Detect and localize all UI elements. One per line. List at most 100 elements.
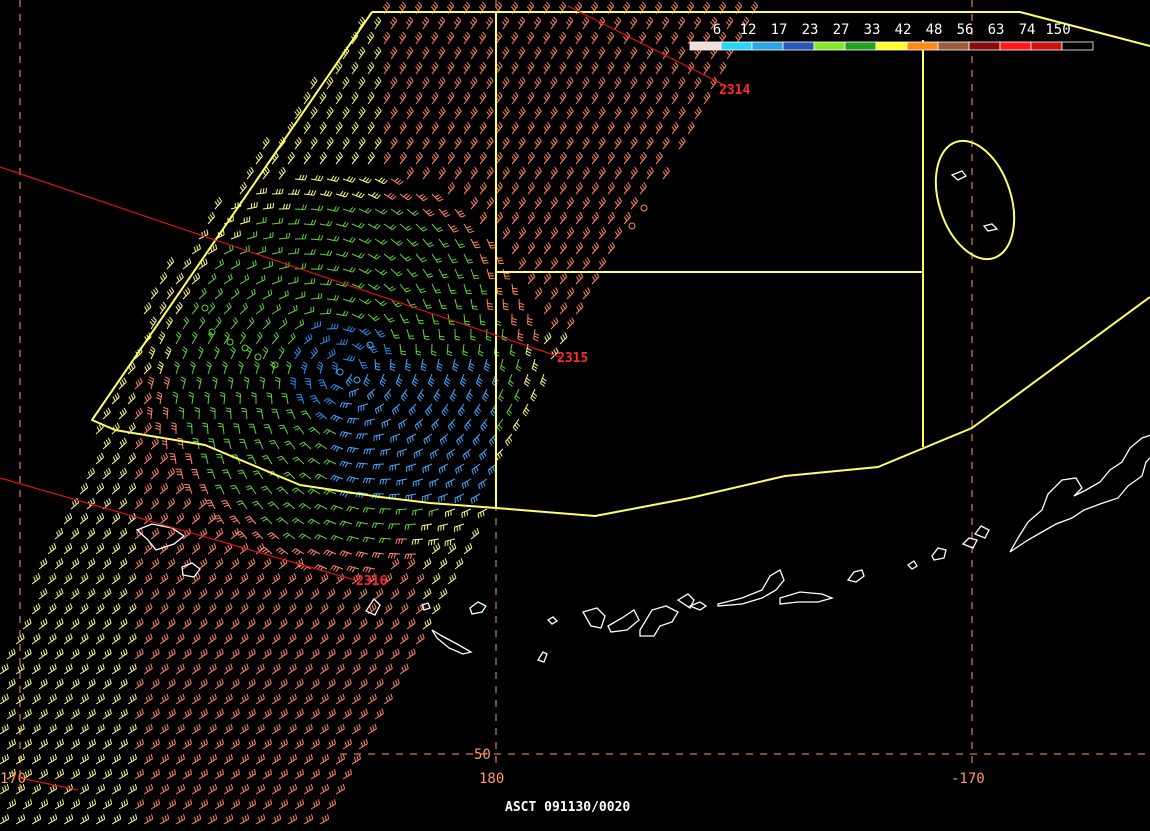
wind-barb [271,693,281,705]
wind-barb [422,298,432,309]
wind-barb [307,518,321,525]
island-rat [431,629,473,655]
wind-barb [655,61,663,75]
wind-barb [630,197,639,210]
wind-barb [559,31,567,45]
wind-barb [511,313,517,326]
wind-barb [502,16,510,30]
wind-barb [143,753,153,765]
wind-barb [181,346,188,360]
wind-barb [0,663,9,675]
wind-barb [95,693,105,705]
wind-barb [207,693,217,705]
wind-barb [614,76,622,90]
wind-barb [454,558,464,570]
wind-barb [166,768,177,780]
wind-barb [470,328,476,341]
wind-barb [330,384,344,392]
wind-barb [150,588,160,600]
wind-barb [166,467,176,480]
legend-swatch [844,41,877,51]
wind-barb [383,283,396,292]
wind-barb [479,181,487,195]
wind-barb [38,738,48,750]
wind-barb [186,422,193,435]
wind-barb [431,573,441,585]
wind-barb [559,212,568,225]
wind-barb [326,294,340,301]
wind-barb [422,618,432,630]
wind-barb [134,588,144,600]
wind-barb [518,298,525,311]
wind-barb [518,227,527,240]
wind-barb [646,16,654,30]
wind-barb [518,16,526,30]
wind-barb [437,523,449,532]
wind-barb [31,693,41,705]
wind-barb [598,227,607,240]
wind-barb [485,328,492,342]
wind-barb [118,497,128,510]
wind-barb [358,46,366,60]
wind-barb [630,136,638,150]
wind-barb [38,708,48,720]
wind-barb [294,136,302,150]
wind-barb [166,618,176,630]
wind-barb [246,708,256,720]
wind-barb [582,76,590,90]
calm-wind-marker [254,353,262,361]
wind-barb [374,403,385,415]
wind-barb [422,463,433,473]
legend-label: 23 [802,22,819,38]
wind-barb [454,298,463,310]
wind-barb [335,603,345,615]
wind-barb [294,233,307,240]
wind-barb [282,502,296,510]
wind-barb [487,463,497,475]
wind-barb [287,814,298,825]
wind-barb [475,373,483,387]
wind-barb [102,618,112,630]
wind-barb [358,176,372,184]
wind-barb [63,814,74,825]
wind-barb [630,16,638,30]
wind-barb [367,151,375,165]
wind-barb [298,502,312,510]
wind-barb [330,535,344,541]
wind-barb [310,768,321,780]
wind-barb [540,373,547,387]
wind-barb [314,534,328,540]
wind-barb [185,453,193,465]
wind-barb [351,633,361,645]
calm-wind-marker [336,368,344,376]
wind-barb [598,166,606,180]
wind-barb [287,276,299,285]
wind-barb [703,61,711,75]
wind-barb [374,678,384,690]
wind-barb [291,548,305,556]
wind-barb [383,61,391,75]
product-title: ASCT 091130/0020 [505,800,630,815]
wind-barb [591,242,600,255]
wind-barb [284,440,296,450]
wind-barb [446,448,456,460]
wind-barb [445,478,456,489]
wind-barb [22,618,32,630]
wind-barb-field [0,1,759,825]
wind-barb [198,497,208,510]
wind-barb [395,373,403,387]
wind-barb [582,287,591,300]
wind-barb [150,497,160,510]
wind-barb [31,663,41,675]
wind-barb [127,452,137,465]
wind-barb [285,361,292,375]
wind-barb [111,693,121,705]
wind-barb [246,799,257,810]
wind-barb [441,403,449,417]
wind-barb [614,46,622,60]
wind-barb [134,558,144,570]
wind-barb [598,106,606,120]
wind-barb [182,528,192,540]
wind-barb [607,121,615,135]
wind-barb [323,519,337,526]
